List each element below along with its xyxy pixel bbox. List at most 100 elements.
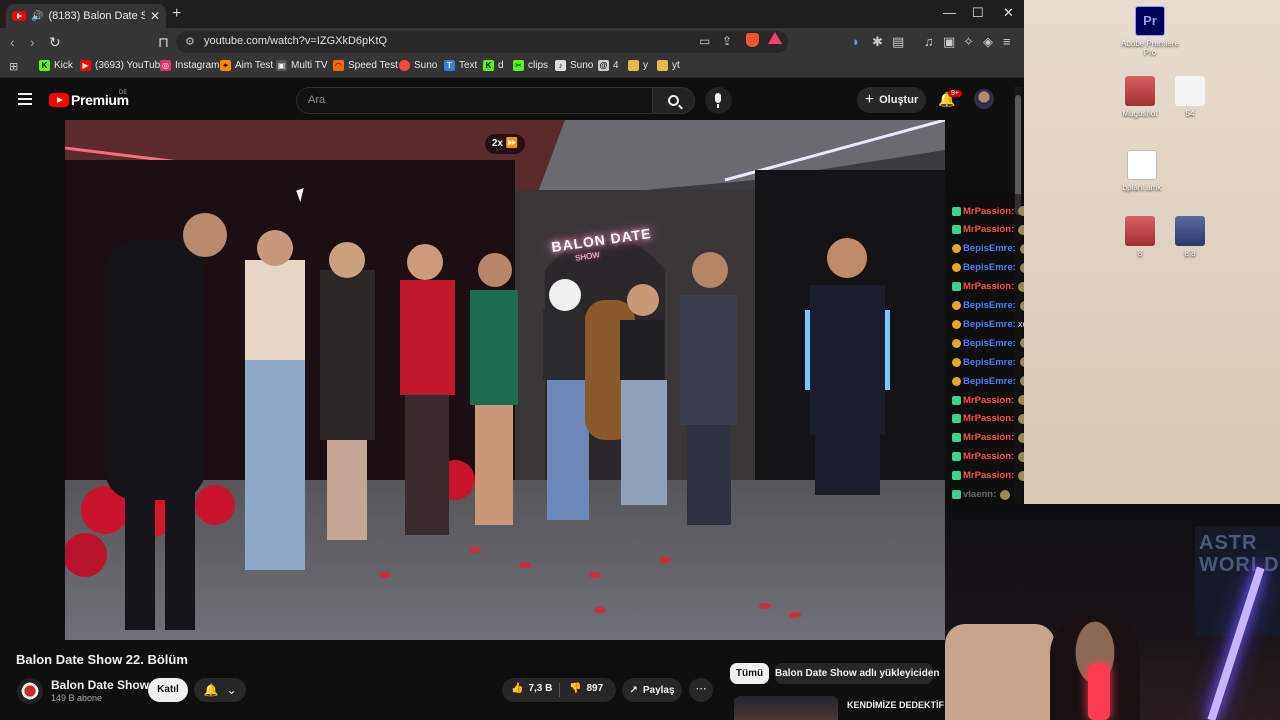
chip-all[interactable]: Tümü <box>730 663 769 684</box>
brave-shields-icon[interactable] <box>746 33 759 47</box>
screen: 🔊 (8183) Balon Date Show 22. B ✕ + — ☐ ✕… <box>0 0 1280 720</box>
kick-badge-icon <box>952 282 961 292</box>
bookmark-item[interactable]: ◎ Instagram <box>160 60 219 71</box>
bookmark-item[interactable]: T Text <box>444 60 477 71</box>
wallet-icon[interactable]: ▤ <box>892 34 904 50</box>
channel-name[interactable]: Balon Date Show <box>51 678 149 692</box>
menu-icon[interactable]: ≡ <box>1003 34 1011 49</box>
kick-icon: K <box>483 60 494 71</box>
chat-message: BepisEmre: <box>952 299 1024 313</box>
instagram-icon: ◎ <box>160 60 171 71</box>
thumbs-down-icon: 👎 <box>569 683 582 694</box>
desktop-icon-bplani[interactable]: bplani.amk <box>1118 150 1166 192</box>
media-icon[interactable]: ♫ <box>924 34 934 49</box>
desktop-icon-54[interactable]: 54 <box>1170 76 1210 118</box>
video-player[interactable]: BALON DATE SHOW 2x ⏩ <box>65 120 945 640</box>
menu-hamburger-icon[interactable] <box>18 93 32 108</box>
chair <box>945 624 1055 720</box>
chip-from-uploader[interactable]: Balon Date Show adlı yükleyiciden <box>775 663 940 684</box>
bookmark-item[interactable]: Suno <box>399 60 437 71</box>
brave-rewards-icon[interactable] <box>768 32 782 44</box>
bookmark-item[interactable]: K Kick <box>39 60 73 71</box>
reload-icon[interactable]: ↻ <box>49 34 61 51</box>
channel-avatar[interactable] <box>17 678 43 704</box>
bookmark-icon[interactable]: ⊓ <box>158 34 169 51</box>
bookmark-item[interactable]: y <box>628 60 648 71</box>
close-window-icon[interactable]: ✕ <box>1003 5 1014 21</box>
sidebar-icon[interactable]: ◗ <box>852 34 860 49</box>
extensions-icon[interactable]: ✱ <box>872 34 883 50</box>
youtube-icon: ▶ <box>80 60 91 71</box>
bookmarks-bar: ⊞ K Kick ▶ (3693) YouTube ◎ Instagram ⌖ Aim … <box>0 56 1024 78</box>
bookmark-item[interactable]: ⌖ Aim Test <box>220 60 273 71</box>
bookmark-item[interactable]: ▣ Multi TV <box>276 60 328 71</box>
text-icon: T <box>444 60 455 71</box>
browser-toolbar: ‹ › ↻ ⊓ ⚙ youtube.com/watch?v=IZGXkD6pKt… <box>0 28 1024 56</box>
maximize-icon[interactable]: ☐ <box>972 5 984 21</box>
bell-icon: 🔔 <box>203 683 219 697</box>
og-badge-icon <box>952 376 961 386</box>
back-icon[interactable]: ‹ <box>10 34 15 50</box>
tv-icon: ▣ <box>276 60 287 71</box>
bookmark-item[interactable]: ◠ Speed Test <box>333 60 398 71</box>
chat-username: BepisEmre: <box>963 356 1016 368</box>
leo-ai-icon[interactable]: ✧ <box>963 34 974 50</box>
desktop-icon-8-8[interactable]: 8.8 <box>1172 216 1208 258</box>
chat-message: BepisEmre: <box>952 242 1024 256</box>
desktop-icon-mugoshot[interactable]: Mugoshot <box>1118 76 1162 118</box>
new-tab-icon[interactable]: + <box>172 5 181 23</box>
bookmark-item[interactable]: ✂ clips <box>513 60 548 71</box>
speaker-icon[interactable]: 🔊 <box>31 11 43 22</box>
minimize-icon[interactable]: — <box>943 5 956 20</box>
chat-message: BepisEmre: <box>952 374 1024 388</box>
more-actions-icon[interactable]: ⋯ <box>689 678 713 702</box>
search-icon <box>668 95 679 106</box>
create-button[interactable]: + Oluştur <box>857 87 926 113</box>
bookmark-item[interactable]: ♪ Suno <box>555 60 593 71</box>
bookmark-item[interactable]: @4 <box>598 60 619 71</box>
subscription-bell-button[interactable]: 🔔 ⌄ <box>194 678 246 702</box>
recommended-video-title[interactable]: KENDİMİZE DEDEKTİF T L2. BÖLÜM, ft. @ube… <box>847 699 947 711</box>
bookmark-item[interactable]: Kd <box>483 60 504 71</box>
forward-icon[interactable]: › <box>30 34 35 50</box>
kick-badge-icon <box>952 395 961 405</box>
voice-search-mic-icon[interactable] <box>705 87 732 114</box>
share-page-icon[interactable]: ⇪ <box>722 34 732 48</box>
chat-username: MrPassion: <box>963 394 1015 406</box>
cast-icon[interactable]: ▭ <box>699 34 710 48</box>
youtube-logo-icon[interactable] <box>49 93 69 107</box>
close-tab-icon[interactable]: ✕ <box>150 9 160 23</box>
og-badge-icon <box>952 357 961 367</box>
document-file-icon <box>1127 150 1157 180</box>
browser-window: 🔊 (8183) Balon Date Show 22. B ✕ + — ☐ ✕… <box>0 0 1024 720</box>
chat-username: MrPassion: <box>963 205 1015 217</box>
account-avatar[interactable] <box>974 89 994 109</box>
vpn-icon[interactable]: ◈ <box>983 34 993 50</box>
bookmark-item[interactable]: yt <box>657 60 680 71</box>
og-badge-icon <box>952 263 961 273</box>
chat-message: MrPassion: <box>952 204 1024 218</box>
desktop-icon-8[interactable]: 8 <box>1122 216 1158 258</box>
desktop-icon-premiere[interactable]: Pr Adobe Premiere Pro <box>1118 6 1182 57</box>
like-button[interactable]: 👍 7,3 B <box>511 683 552 694</box>
recommended-video-thumbnail[interactable] <box>734 696 838 720</box>
share-button[interactable]: ↗ Paylaş <box>622 678 682 702</box>
join-button[interactable]: Katıl <box>148 678 188 702</box>
chat-message: MrPassion: <box>952 280 1024 294</box>
wallet2-icon[interactable]: ▣ <box>943 34 955 50</box>
chat-username: MrPassion: <box>963 470 1015 482</box>
address-bar[interactable]: ⚙ youtube.com/watch?v=IZGXkD6pKtQ ▭ ⇪ <box>176 31 788 53</box>
search-button[interactable] <box>653 87 695 114</box>
browser-tab[interactable]: 🔊 (8183) Balon Date Show 22. B ✕ <box>6 4 166 28</box>
suno-icon: ♪ <box>555 60 566 71</box>
apps-icon[interactable]: ⊞ <box>9 60 18 73</box>
search-input[interactable]: Ara <box>296 87 653 114</box>
chat-username: vlaenn: <box>963 489 997 500</box>
at-icon: @ <box>598 60 609 71</box>
dislike-button[interactable]: 👎 897 <box>569 683 603 694</box>
poster-text: ASTR WORLD <box>1199 532 1280 576</box>
bookmark-item[interactable]: ▶ (3693) YouTube <box>80 60 166 71</box>
chat-username: BepisEmre: <box>963 243 1016 255</box>
speedtest-icon: ◠ <box>333 60 344 71</box>
site-info-icon[interactable]: ⚙ <box>185 35 195 48</box>
